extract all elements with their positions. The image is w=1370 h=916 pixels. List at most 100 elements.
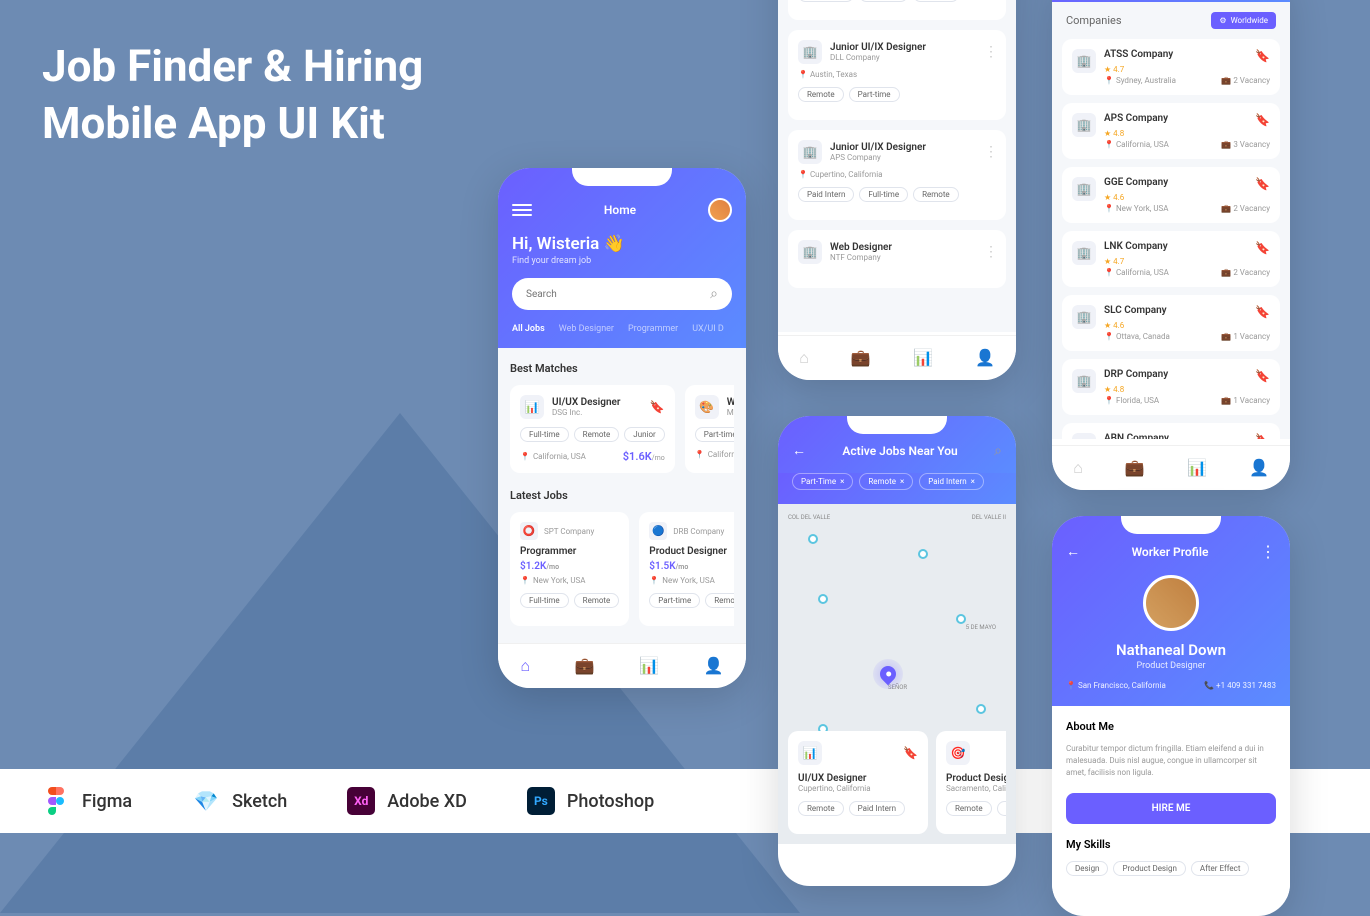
hire-me-button[interactable]: HIRE ME (1066, 793, 1276, 824)
company-name: NTF Company (830, 253, 976, 262)
bookmark-icon[interactable]: 🔖 (1255, 241, 1270, 255)
company-item[interactable]: 🏢 APS Company 🔖 ★ 4.8 📍 California, USA … (1062, 103, 1280, 159)
nav-stats-icon[interactable]: 📊 (913, 348, 933, 368)
chip: Remote (798, 801, 844, 816)
worldwide-filter-button[interactable]: ⚙ Worldwide (1211, 12, 1276, 29)
job-card[interactable]: 🔵DRB Company Product Designer $1.5K/mo 📍… (639, 512, 734, 626)
company-item[interactable]: 🏢 ATSS Company 🔖 ★ 4.7 📍 Sydney, Austral… (1062, 39, 1280, 95)
job-card[interactable]: 📊 UI/UX DesignerDSG Inc. 🔖 Full-timeRemo… (510, 385, 675, 473)
tab-all-jobs[interactable]: All Jobs (512, 324, 545, 334)
more-icon[interactable]: ⋮ (984, 144, 996, 160)
map-marker-icon[interactable] (918, 549, 928, 559)
about-text: Curabitur tempor dictum fringilla. Etiam… (1066, 743, 1276, 779)
phone-profile-screen: ← Worker Profile ⋮ Nathaneal Down Produc… (1052, 516, 1290, 916)
nav-profile-icon[interactable]: 👤 (975, 348, 995, 368)
company-item[interactable]: 🏢 ABN Company 🔖 📍 💼 (1062, 423, 1280, 439)
bookmark-icon[interactable]: 🔖 (650, 400, 665, 414)
nav-jobs-icon[interactable]: 💼 (1125, 458, 1145, 478)
bookmark-icon[interactable]: 🔖 (1255, 177, 1270, 191)
nav-stats-icon[interactable]: 📊 (639, 656, 659, 676)
back-icon[interactable]: ← (1066, 543, 1080, 560)
nav-profile-icon[interactable]: 👤 (704, 656, 724, 676)
location-text: Sacramento, Califor (946, 784, 1006, 793)
main-title: Job Finder & HiringMobile App UI Kit (42, 38, 423, 152)
search-icon[interactable]: ⌕ (994, 443, 1002, 459)
job-title: Junior UI/IX Designer (830, 42, 976, 53)
chip: Remote (913, 0, 959, 2)
filter-chip[interactable]: Paid Intern × (919, 473, 984, 490)
map-marker-icon[interactable] (956, 614, 966, 624)
bookmark-icon[interactable]: 🔖 (1255, 305, 1270, 319)
job-item[interactable]: 🏢 Junior UI/IX Designer APS Company ⋮ 📍 … (788, 130, 1006, 220)
menu-icon[interactable] (512, 204, 532, 216)
profile-avatar[interactable] (1143, 575, 1199, 631)
job-item[interactable]: 🏢 Web Designer NTF Company ⋮ (788, 230, 1006, 288)
back-icon[interactable]: ← (792, 442, 806, 459)
bookmark-icon[interactable]: 🔖 (1255, 369, 1270, 383)
job-list: 🏢 Product Designer GGL Company ⋮ 📍 Alban… (778, 0, 1016, 332)
bottom-nav: ⌂ 💼 📊 👤 (1052, 445, 1290, 490)
nav-home-icon[interactable]: ⌂ (799, 348, 809, 368)
more-icon[interactable]: ⋮ (1260, 542, 1276, 561)
phone-job-list-screen: 🏢 Product Designer GGL Company ⋮ 📍 Alban… (778, 0, 1016, 380)
user-avatar[interactable] (708, 198, 732, 222)
company-item[interactable]: 🏢 GGE Company 🔖 ★ 4.6 📍 New York, USA 💼 … (1062, 167, 1280, 223)
nav-jobs-icon[interactable]: 💼 (575, 656, 595, 676)
bookmark-icon[interactable]: 🔖 (1255, 433, 1270, 439)
location-text: 📍 California, USA (1104, 268, 1169, 277)
tool-figma: Figma (42, 787, 132, 815)
job-title: Junior UI/IX Designer (830, 142, 976, 153)
bookmark-icon[interactable]: 🔖 (903, 746, 918, 760)
company-item[interactable]: 🏢 SLC Company 🔖 ★ 4.6 📍 Ottava, Canada 💼… (1062, 295, 1280, 351)
chip: Part-time (849, 87, 900, 102)
job-card[interactable]: 🎯 Product Designe Sacramento, Califor Re… (936, 731, 1006, 834)
tab-programmer[interactable]: Programmer (628, 324, 678, 334)
job-card[interactable]: ⭕SPT Company Programmer $1.2K/mo 📍 New Y… (510, 512, 629, 626)
location-text: 📍 California, USA (1104, 140, 1169, 149)
best-matches-title: Best Matches (510, 362, 734, 375)
bookmark-icon[interactable]: 🔖 (1255, 49, 1270, 63)
filter-chips: Part-Time × Remote × Paid Intern × (778, 473, 1016, 504)
map-marker-icon[interactable] (808, 534, 818, 544)
company-item[interactable]: 🏢 DRP Company 🔖 ★ 4.8 📍 Florida, USA 💼 1… (1062, 359, 1280, 415)
vacancy-count: 💼 1 Vacancy (1221, 332, 1270, 341)
nav-home-icon[interactable]: ⌂ (1073, 458, 1083, 478)
map-marker-icon[interactable] (818, 594, 828, 604)
nav-profile-icon[interactable]: 👤 (1249, 458, 1269, 478)
chip: Remote (946, 801, 992, 816)
more-icon[interactable]: ⋮ (984, 244, 996, 260)
search-input[interactable] (526, 289, 710, 300)
bookmark-icon[interactable]: 🔖 (1255, 113, 1270, 127)
chip: Paid (997, 801, 1006, 816)
map-view[interactable]: COL DEL VALLE DEL VALLE II 5 DE MAYO SEÑ… (778, 504, 1016, 844)
more-icon[interactable]: ⋮ (984, 44, 996, 60)
map-pin-icon[interactable] (873, 659, 903, 689)
job-item[interactable]: 🏢 Product Designer GGL Company ⋮ 📍 Alban… (788, 0, 1006, 20)
company-logo-icon: 🏢 (798, 140, 822, 164)
page-title: Active Jobs Near You (806, 444, 994, 458)
nav-stats-icon[interactable]: 📊 (1187, 458, 1207, 478)
company-item[interactable]: 🏢 LNK Company 🔖 ★ 4.7 📍 California, USA … (1062, 231, 1280, 287)
job-item[interactable]: 🏢 Junior UI/IX Designer DLL Company ⋮ 📍 … (788, 30, 1006, 120)
job-card[interactable]: 📊🔖 UI/UX Designer Cupertino, California … (788, 731, 928, 834)
company-name: GGE Company (1104, 177, 1168, 191)
company-name: MRK I (727, 408, 734, 417)
home-content: Best Matches 📊 UI/UX DesignerDSG Inc. 🔖 … (498, 348, 746, 648)
search-icon[interactable]: ⌕ (710, 286, 718, 302)
nav-jobs-icon[interactable]: 💼 (851, 348, 871, 368)
profile-name: Nathaneal Down (1066, 641, 1276, 659)
nav-home-icon[interactable]: ⌂ (520, 656, 530, 676)
map-marker-icon[interactable] (976, 704, 986, 714)
location-text: 📍 New York, USA (1104, 204, 1168, 213)
map-label: 5 DE MAYO (966, 624, 996, 631)
chip: Remote (705, 593, 734, 608)
filter-chip[interactable]: Remote × (859, 473, 913, 490)
search-box[interactable]: ⌕ (512, 278, 732, 310)
tab-web-designer[interactable]: Web Designer (559, 324, 614, 334)
tab-uxui[interactable]: UX/UI D (692, 324, 724, 334)
company-logo-icon: 🏢 (1072, 241, 1096, 265)
filter-chip[interactable]: Part-Time × (792, 473, 853, 490)
company-name: DLL Company (830, 53, 976, 62)
job-card[interactable]: 🎨WebMRK I Part-time 📍 California, (685, 385, 734, 473)
job-title: Web (727, 397, 734, 408)
